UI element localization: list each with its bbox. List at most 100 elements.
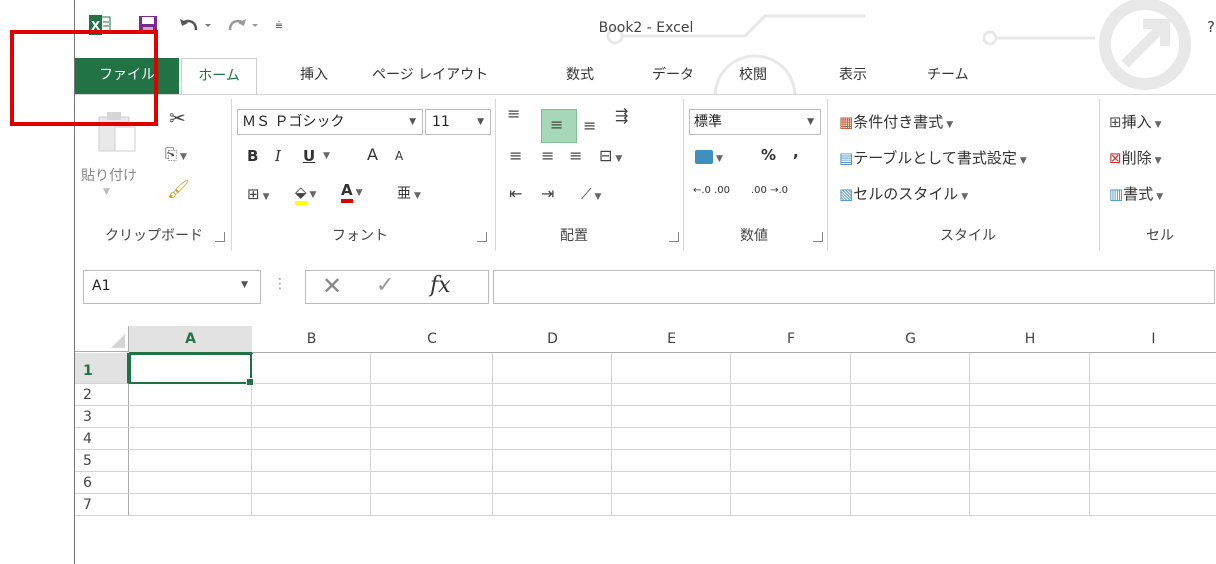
cell-g2[interactable] (851, 384, 970, 406)
italic-button[interactable]: I (275, 147, 281, 165)
cell-b2[interactable] (252, 384, 371, 406)
cell-b6[interactable] (252, 472, 371, 494)
cell-e1[interactable] (612, 353, 731, 384)
cell-b4[interactable] (252, 428, 371, 450)
tab-data[interactable]: データ (652, 58, 694, 94)
cell-i1[interactable] (1090, 353, 1216, 384)
alignment-launcher-icon[interactable] (669, 232, 679, 242)
cell-g7[interactable] (851, 494, 970, 516)
cell-d4[interactable] (493, 428, 612, 450)
delete-cells-button[interactable]: ⊠削除 ▼ (1109, 147, 1162, 168)
align-top-icon[interactable]: ≡ (507, 103, 520, 125)
cell-d2[interactable] (493, 384, 612, 406)
help-button[interactable]: ? (1207, 18, 1215, 36)
cell-a3[interactable] (129, 406, 252, 428)
cell-d3[interactable] (493, 406, 612, 428)
cell-h3[interactable] (970, 406, 1090, 428)
number-launcher-icon[interactable] (813, 232, 823, 242)
cell-h7[interactable] (970, 494, 1090, 516)
percent-style-button[interactable]: % (761, 146, 776, 164)
formula-input[interactable] (493, 270, 1215, 304)
cancel-entry-button[interactable]: ✕ (322, 272, 342, 300)
column-header-h[interactable]: H (970, 326, 1091, 353)
cell-c2[interactable] (371, 384, 493, 406)
column-header-a[interactable]: A (129, 326, 253, 354)
cell-d7[interactable] (493, 494, 612, 516)
cell-b1[interactable] (252, 353, 371, 384)
column-header-g[interactable]: G (851, 326, 971, 353)
decrease-indent-icon[interactable]: ⇤ (509, 183, 522, 205)
cell-c4[interactable] (371, 428, 493, 450)
increase-indent-icon[interactable]: ⇥ (541, 183, 554, 205)
column-header-d[interactable]: D (493, 326, 613, 353)
cell-b3[interactable] (252, 406, 371, 428)
cell-h6[interactable] (970, 472, 1090, 494)
conditional-formatting-button[interactable]: ▦条件付き書式 ▼ (839, 111, 953, 132)
cell-d6[interactable] (493, 472, 612, 494)
formula-bar-grip-icon[interactable]: ⋮ (273, 276, 287, 292)
name-box[interactable]: A1 ▼ (83, 270, 261, 304)
cell-i3[interactable] (1090, 406, 1216, 428)
row-header-5[interactable]: 5 (75, 450, 129, 472)
active-cell-a1[interactable] (129, 353, 254, 386)
underline-dropdown-icon[interactable]: ▼ (323, 151, 330, 161)
cell-h4[interactable] (970, 428, 1090, 450)
cell-a6[interactable] (129, 472, 252, 494)
tab-team[interactable]: チーム (927, 58, 969, 94)
cell-b7[interactable] (252, 494, 371, 516)
shrink-font-button[interactable]: A (395, 149, 403, 163)
cell-i5[interactable] (1090, 450, 1216, 472)
orientation-wrap-icon[interactable]: ⇶ (615, 105, 628, 127)
cell-a5[interactable] (129, 450, 252, 472)
cell-h1[interactable] (970, 353, 1090, 384)
cell-a7[interactable] (129, 494, 252, 516)
cell-f1[interactable] (731, 353, 851, 384)
cell-g6[interactable] (851, 472, 970, 494)
column-header-i[interactable]: I (1090, 326, 1216, 353)
align-left-icon[interactable]: ≡ (509, 145, 522, 167)
column-header-e[interactable]: E (612, 326, 732, 353)
cell-f5[interactable] (731, 450, 851, 472)
tab-view[interactable]: 表示 (839, 58, 867, 94)
fill-handle[interactable] (246, 378, 254, 386)
confirm-entry-button[interactable]: ✓ (376, 273, 394, 298)
paste-button-label[interactable]: 貼り付け (81, 165, 137, 185)
insert-cells-button[interactable]: ⊞挿入 ▼ (1109, 111, 1162, 132)
column-header-f[interactable]: F (731, 326, 852, 353)
cell-a2[interactable] (129, 384, 252, 406)
row-header-6[interactable]: 6 (75, 472, 129, 494)
row-header-4[interactable]: 4 (75, 428, 129, 450)
number-format-select[interactable]: 標準 ▼ (689, 109, 821, 135)
row-header-7[interactable]: 7 (75, 494, 129, 516)
format-painter-icon[interactable]: 🖌 (167, 179, 190, 201)
font-color-button[interactable]: A ▼ (341, 181, 363, 203)
cell-e4[interactable] (612, 428, 731, 450)
font-size-select[interactable]: 11 ▼ (425, 109, 491, 135)
cell-b5[interactable] (252, 450, 371, 472)
align-right-icon[interactable]: ≡ (569, 145, 582, 167)
cell-c5[interactable] (371, 450, 493, 472)
grow-font-button[interactable]: A (367, 145, 378, 164)
align-bottom-icon[interactable]: ≡ (583, 115, 596, 137)
cell-h5[interactable] (970, 450, 1090, 472)
cell-e7[interactable] (612, 494, 731, 516)
decrease-decimal-button[interactable]: .00 →.0 (751, 185, 788, 196)
clipboard-launcher-icon[interactable] (215, 232, 225, 242)
column-header-b[interactable]: B (252, 326, 372, 353)
cell-g3[interactable] (851, 406, 970, 428)
column-header-c[interactable]: C (371, 326, 494, 353)
cell-g5[interactable] (851, 450, 970, 472)
merge-center-icon[interactable]: ⊟ ▼ (599, 145, 622, 170)
cell-i7[interactable] (1090, 494, 1216, 516)
tab-page-layout[interactable]: ページ レイアウト (372, 58, 488, 94)
insert-function-button[interactable]: fx (430, 273, 451, 298)
cell-e6[interactable] (612, 472, 731, 494)
cell-g1[interactable] (851, 353, 970, 384)
cell-i2[interactable] (1090, 384, 1216, 406)
cell-d5[interactable] (493, 450, 612, 472)
cell-c1[interactable] (371, 353, 493, 384)
row-header-3[interactable]: 3 (75, 406, 129, 428)
fill-color-icon[interactable]: ⬙ ▼ (295, 181, 316, 206)
cut-icon[interactable]: ✂ (169, 107, 186, 129)
select-all-button[interactable] (75, 326, 129, 352)
